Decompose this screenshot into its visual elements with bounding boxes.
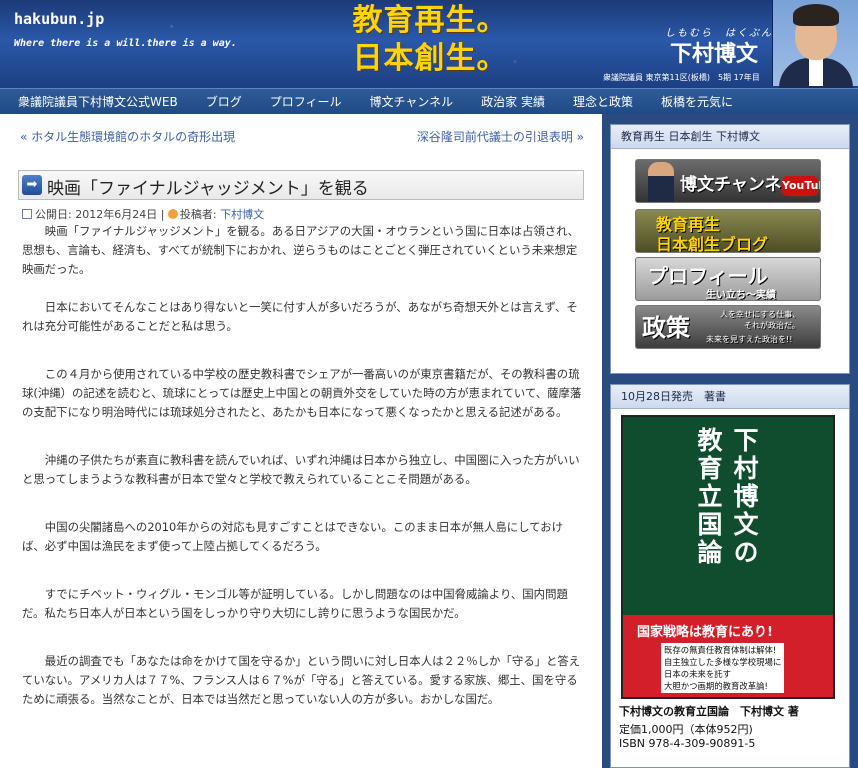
portrait-photo bbox=[772, 0, 858, 88]
widget-title: 教育再生 日本創生 下村博文 bbox=[611, 125, 849, 149]
nav-item-policy[interactable]: 理念と政策 bbox=[559, 89, 647, 115]
book-copy-line: 既存の無責任教育体制は解体! bbox=[664, 645, 777, 655]
links-widget: 教育再生 日本創生 下村博文 博文チャンネル YouTube 教育再生 日本創生… bbox=[610, 124, 850, 374]
post-date: 公開日: 2012年6月24日 bbox=[35, 208, 158, 221]
youtube-icon: YouTube bbox=[782, 176, 820, 196]
post-meta: 公開日: 2012年6月24日 | 投稿者: 下村博文 bbox=[22, 206, 264, 222]
nav-item-achievements[interactable]: 政治家 実績 bbox=[467, 89, 559, 115]
meta-separator: | bbox=[160, 208, 165, 221]
arrow-right-icon: ➡ bbox=[22, 175, 42, 195]
book-caption: 下村博文の教育立国論 下村博文 著 bbox=[619, 705, 799, 718]
site-header: hakubun.jp Where there is a will.there i… bbox=[0, 0, 858, 88]
book-cover-title-col1: 下村博文の bbox=[730, 427, 759, 567]
widget-title: 10月28日発売 著書 bbox=[611, 385, 849, 409]
nav-item-itabashi[interactable]: 板橋を元気に bbox=[647, 89, 747, 115]
book-cover-title: 下村博文の 教育立国論 bbox=[623, 427, 833, 597]
post-title[interactable]: 映画「ファイナルジャッジメント」を観る bbox=[47, 174, 369, 199]
policy-banner-sub3: 未来を見すえた政治を!! bbox=[706, 335, 793, 344]
next-post-link[interactable]: 深谷隆司前代議士の引退表明 » bbox=[417, 128, 584, 145]
post-paragraph: この４月から使用されている中学校の歴史教科書でシェアが一番高いのが東京書籍だが、… bbox=[22, 367, 582, 419]
book-cover-copy: 既存の無責任教育体制は解体! 自主独立した多様な学校現場に 日本の未来を託す 大… bbox=[661, 643, 785, 693]
header-slogan: 教育再生。 日本創生。 bbox=[350, 2, 510, 78]
policy-banner[interactable]: 政策 人を幸せにする仕事、 それが政治だ。 未来を見すえた政治を!! bbox=[635, 305, 821, 349]
post-body: 映画「ファイナルジャッジメント」を観る。ある日アジアの大国・オウランという国に日… bbox=[22, 222, 582, 709]
nav-item-home[interactable]: 衆議院議員下村博文公式WEB bbox=[0, 89, 192, 115]
main-nav: 衆議院議員下村博文公式WEB ブログ プロフィール 博文チャンネル 政治家 実績… bbox=[0, 88, 858, 114]
author-label: 投稿者: bbox=[179, 208, 217, 221]
book-cover-band: 国家戦略は教育にあり! 既存の無責任教育体制は解体! 自主独立した多様な学校現場… bbox=[623, 615, 833, 697]
blog-banner-line2: 日本創生ブログ bbox=[656, 235, 769, 253]
nav-item-profile[interactable]: プロフィール bbox=[256, 89, 356, 115]
book-cover-title-col2: 教育立国論 bbox=[694, 427, 723, 567]
user-icon bbox=[167, 209, 178, 219]
site-tagline: Where there is a will.there is a way. bbox=[14, 38, 237, 49]
author-link[interactable]: 下村博文 bbox=[220, 208, 264, 221]
slogan-line2: 日本創生。 bbox=[352, 41, 508, 76]
channel-banner[interactable]: 博文チャンネル YouTube bbox=[635, 159, 821, 203]
post-paragraph: 日本においてそんなことはあり得ないと一笑に付す人が多いだろうが、あながち奇想天外… bbox=[22, 300, 578, 333]
policy-banner-sub2: それが政治だ。 bbox=[744, 321, 800, 330]
post-paragraph: 映画「ファイナルジャッジメント」を観る。ある日アジアの大国・オウランという国に日… bbox=[22, 224, 580, 276]
profile-banner[interactable]: プロフィール 生い立ち～実績 bbox=[635, 257, 821, 301]
book-cover-slogan: 国家戦略は教育にあり! bbox=[637, 625, 773, 640]
sidebar: 教育再生 日本創生 下村博文 博文チャンネル YouTube 教育再生 日本創生… bbox=[602, 114, 858, 768]
blog-banner[interactable]: 教育再生 日本創生ブログ bbox=[635, 209, 821, 253]
book-copy-line: 自主独立した多様な学校現場に bbox=[664, 657, 782, 667]
previous-post-link[interactable]: « ホタル生態環境館のホタルの奇形出現 bbox=[20, 128, 235, 145]
policy-banner-label: 政策 bbox=[642, 314, 690, 342]
post-paragraph: 沖縄の子供たちが素直に教科書を読んでいれば、いずれ沖縄は日本から独立し、中国圏に… bbox=[22, 453, 580, 486]
calendar-icon bbox=[22, 209, 32, 219]
portrait-thumbnail bbox=[648, 162, 674, 202]
book-widget: 10月28日発売 著書 下村博文の 教育立国論 国家戦略は教育にあり! 既存の無… bbox=[610, 384, 850, 768]
book-cover[interactable]: 下村博文の 教育立国論 国家戦略は教育にあり! 既存の無責任教育体制は解体! 自… bbox=[621, 415, 835, 699]
nav-item-blog[interactable]: ブログ bbox=[192, 89, 256, 115]
book-price: 定価1,000円（本体952円) bbox=[619, 723, 753, 736]
profile-banner-sub: 生い立ち～実績 bbox=[706, 290, 776, 301]
post-paragraph: 最近の調査でも「あなたは命をかけて国を守るか」という問いに対し日本人は２２％しか… bbox=[22, 654, 581, 706]
politician-subtitle: 衆議院議員 東京第11区(板橋) 5期 17年目 bbox=[603, 73, 760, 82]
site-name[interactable]: hakubun.jp bbox=[14, 10, 104, 28]
main-content: « ホタル生態環境館のホタルの奇形出現 深谷隆司前代議士の引退表明 » ➡ 映画… bbox=[0, 114, 600, 768]
slogan-line1: 教育再生。 bbox=[352, 3, 508, 38]
book-isbn: ISBN 978-4-309-90891-5 bbox=[619, 737, 756, 750]
nav-item-channel[interactable]: 博文チャンネル bbox=[355, 89, 467, 115]
post-paragraph: すでにチベット・ウィグル・モンゴル等が証明している。しかし問題なのは中国脅威論よ… bbox=[22, 587, 568, 620]
book-copy-line: 日本の未来を託す bbox=[664, 669, 731, 679]
channel-banner-label: 博文チャンネル bbox=[680, 175, 799, 195]
book-copy-line: 大胆かつ画期的教育改革論! bbox=[664, 681, 768, 691]
post-title-bar: ➡ 映画「ファイナルジャッジメント」を観る bbox=[18, 170, 584, 200]
profile-banner-label: プロフィール bbox=[648, 264, 768, 288]
post-paragraph: 中国の尖閣諸島への2010年からの対応も見すごすことはできない。このまま日本が無… bbox=[22, 520, 564, 553]
policy-banner-sub1: 人を幸せにする仕事、 bbox=[720, 310, 801, 319]
politician-name: 下村博文 bbox=[670, 42, 759, 67]
